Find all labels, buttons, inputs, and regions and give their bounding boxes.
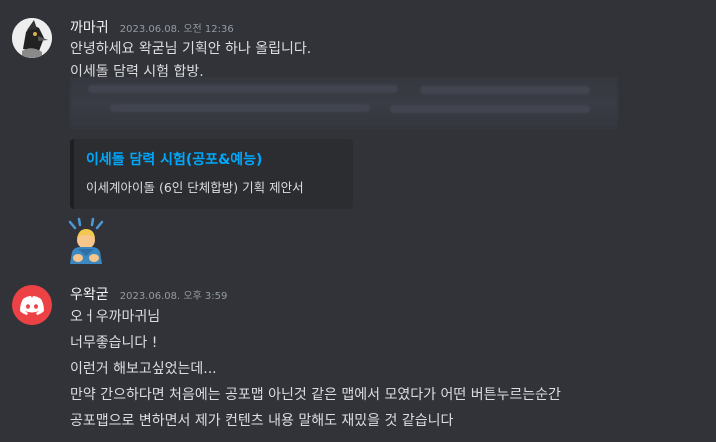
author-name[interactable]: 까마귀: [70, 20, 109, 36]
bowing-person-emoji-icon: [66, 214, 106, 264]
message-text: 너무좋습니다 !: [70, 335, 158, 351]
blurred-content: [70, 77, 618, 129]
message-text: 오ㅓ우까마귀님: [70, 309, 161, 325]
avatar[interactable]: [12, 285, 52, 325]
message-text: 만약 간으하다면 처음에는 공포맵 아닌것 같은 맵에서 모였다가 어떤 버튼누…: [70, 387, 561, 403]
message-text: 안녕하세요 왁굳님 기획안 하나 올립니다.: [70, 41, 312, 57]
author-name[interactable]: 우왁굳: [70, 287, 109, 303]
embed-title-link[interactable]: 이세돌 담력 시험(공포&예능): [86, 149, 262, 169]
timestamp: 2023.06.08. 오전 12:36: [119, 24, 234, 35]
link-embed: 이세돌 담력 시험(공포&예능) 이세계아이돌 (6인 단체합방) 기획 제안서: [70, 139, 353, 209]
message-text: 공포맵으로 변하면서 제가 컨텐츠 내용 말해도 재밌을 것 같습니다: [70, 413, 454, 429]
crow-avatar-icon: [12, 18, 52, 58]
embed-description: 이세계아이돌 (6인 단체합방) 기획 제안서: [86, 180, 304, 195]
discord-logo-icon: [20, 296, 44, 315]
message-text: 이런거 해보고싶었는데...: [70, 361, 217, 377]
timestamp: 2023.06.08. 오후 3:59: [119, 291, 228, 302]
avatar[interactable]: [12, 18, 52, 58]
